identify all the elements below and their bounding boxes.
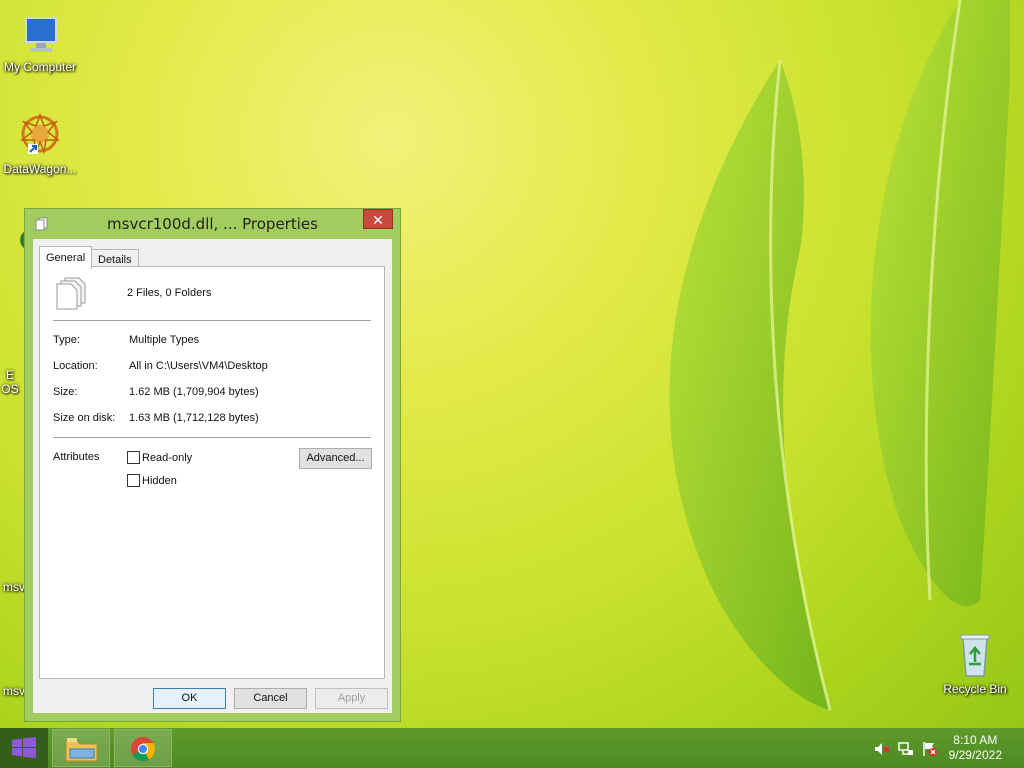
separator: [53, 320, 371, 321]
location-value: All in C:\Users\VM4\Desktop: [129, 360, 268, 372]
clock-date: 9/29/2022: [948, 748, 1002, 762]
volume-muted-icon[interactable]: [874, 741, 890, 757]
title-bar[interactable]: msvcr100d.dll, ... Properties ✕: [25, 209, 400, 239]
readonly-label[interactable]: Read-only: [142, 452, 192, 464]
tab-general[interactable]: General: [39, 246, 93, 269]
window-title: msvcr100d.dll, ... Properties: [107, 215, 318, 233]
taskbar: 8:10 AM 9/29/2022: [0, 728, 1024, 768]
close-button[interactable]: ✕: [363, 209, 393, 229]
taskbar-file-explorer[interactable]: [52, 729, 110, 767]
readonly-checkbox[interactable]: [127, 451, 140, 464]
multiple-files-icon: [55, 277, 87, 316]
desktop-icon-label: Recycle Bin: [943, 682, 1007, 696]
action-center-flag-icon[interactable]: [922, 741, 938, 757]
desktop-icon-recycle-bin[interactable]: Recycle Bin: [935, 632, 1015, 696]
chrome-icon: [130, 736, 156, 767]
window-client: General Details 2 Files, 0 Folders Type:…: [33, 239, 392, 713]
advanced-button[interactable]: Advanced...: [299, 448, 372, 469]
separator: [53, 437, 371, 438]
hidden-checkbox[interactable]: [127, 474, 140, 487]
properties-window: msvcr100d.dll, ... Properties ✕ General …: [24, 208, 401, 722]
folder-icon: [65, 736, 99, 767]
general-panel: 2 Files, 0 Folders Type: Multiple Types …: [39, 266, 385, 679]
size-label: Size:: [53, 386, 78, 398]
size-value: 1.62 MB (1,709,904 bytes): [129, 386, 259, 398]
network-icon[interactable]: [898, 741, 914, 757]
start-button[interactable]: [0, 728, 48, 768]
type-label: Type:: [53, 334, 80, 346]
size-on-disk-label: Size on disk:: [53, 412, 116, 424]
hidden-label[interactable]: Hidden: [142, 475, 177, 487]
desktop-icon-label: DataWagon...: [3, 162, 77, 176]
cancel-button[interactable]: Cancel: [234, 688, 307, 709]
windows-logo-icon: [12, 737, 36, 764]
size-on-disk-value: 1.63 MB (1,712,128 bytes): [129, 412, 259, 424]
taskbar-chrome[interactable]: [114, 729, 172, 767]
computer-icon: [16, 10, 64, 58]
desktop-icon-label: My Computer: [3, 60, 77, 74]
attributes-label: Attributes: [53, 451, 100, 463]
type-value: Multiple Types: [129, 334, 200, 346]
taskbar-clock[interactable]: 8:10 AM 9/29/2022: [949, 733, 1002, 763]
apply-button[interactable]: Apply: [315, 688, 388, 709]
location-label: Location:: [53, 360, 98, 372]
clock-time: 8:10 AM: [953, 733, 998, 747]
ok-button[interactable]: OK: [153, 688, 226, 709]
desktop-icon-my-computer[interactable]: My Computer: [0, 10, 80, 74]
file-summary: 2 Files, 0 Folders: [127, 287, 212, 299]
recycle-bin-icon: [951, 632, 999, 680]
desktop-icon-datawagon[interactable]: DataWagon...: [0, 112, 80, 176]
datawagon-logo-icon: [16, 112, 64, 160]
